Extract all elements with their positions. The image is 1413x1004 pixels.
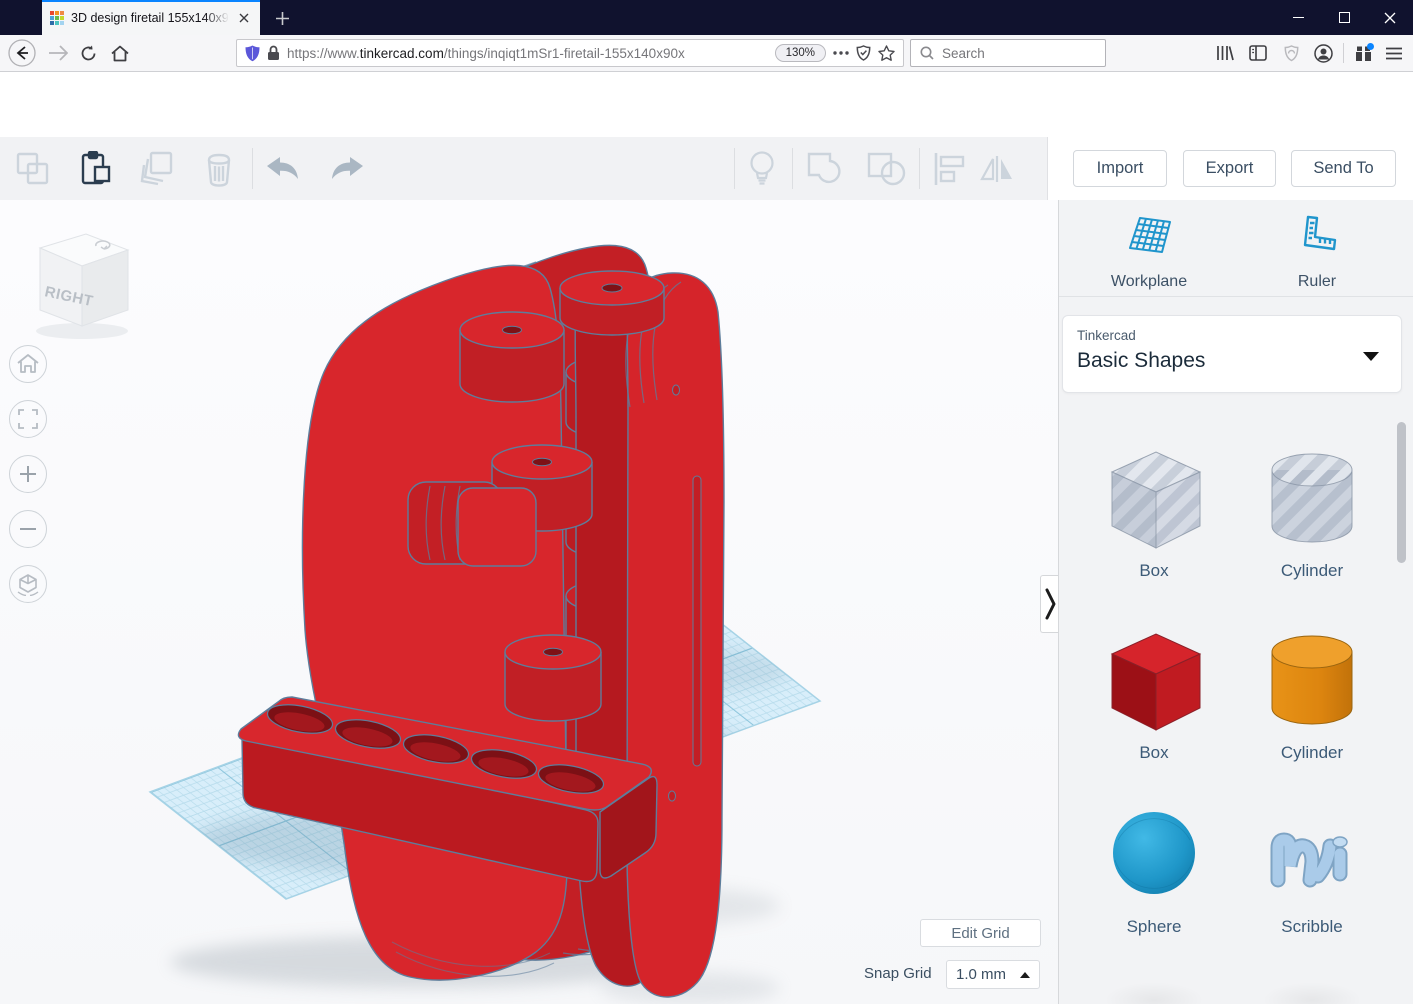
browser-window: 3D design firetail 155x140x90X1 bbox=[0, 0, 1413, 1004]
url-bar[interactable]: https://www.tinkercad.com/things/inqiqt1… bbox=[236, 39, 904, 67]
home-button[interactable] bbox=[106, 35, 134, 71]
search-placeholder: Search bbox=[942, 46, 985, 61]
notification-dot bbox=[1367, 43, 1374, 50]
3d-viewport[interactable]: RIGHT Edit Grid Snap Grid 1.0 mm bbox=[0, 200, 1058, 1004]
page-actions-icon[interactable] bbox=[833, 51, 849, 55]
protections-shield-icon[interactable] bbox=[1279, 35, 1303, 71]
align-button[interactable] bbox=[928, 147, 972, 191]
close-button[interactable] bbox=[1367, 0, 1413, 35]
lock-icon[interactable] bbox=[267, 45, 280, 61]
shield-check-icon[interactable] bbox=[856, 45, 871, 61]
view-cube[interactable]: RIGHT bbox=[24, 226, 136, 347]
bookmark-star-icon[interactable] bbox=[878, 45, 895, 61]
whats-new-gift-icon[interactable] bbox=[1350, 35, 1376, 71]
perspective-toggle-button[interactable] bbox=[9, 565, 47, 603]
mirror-button[interactable] bbox=[978, 147, 1022, 191]
snap-grid-label: Snap Grid bbox=[864, 965, 932, 982]
back-button[interactable] bbox=[6, 35, 38, 71]
titlebar: 3D design firetail 155x140x90X1 bbox=[0, 0, 1413, 35]
snap-grid-select[interactable]: 1.0 mm bbox=[946, 960, 1040, 989]
shape-category-dropdown[interactable]: Tinkercad Basic Shapes bbox=[1062, 315, 1402, 393]
fit-view-button[interactable] bbox=[9, 400, 47, 438]
maximize-button[interactable] bbox=[1321, 0, 1367, 35]
zoom-in-button[interactable] bbox=[9, 455, 47, 493]
paste-button[interactable] bbox=[73, 147, 117, 191]
top-cylinder bbox=[560, 271, 664, 335]
delete-button[interactable] bbox=[197, 147, 241, 191]
copy-button[interactable] bbox=[11, 147, 55, 191]
tinkercad-header: TIN KER CAD firetail skateboard What's N… bbox=[0, 72, 1413, 137]
panel-collapse-chevron[interactable] bbox=[1040, 575, 1058, 633]
reload-button[interactable] bbox=[74, 35, 102, 71]
account-icon[interactable] bbox=[1310, 35, 1336, 71]
search-bar[interactable]: Search bbox=[910, 39, 1106, 67]
3d-scene[interactable] bbox=[0, 200, 1058, 1004]
export-button[interactable]: Export bbox=[1183, 150, 1276, 187]
shape-box-solid[interactable]: Box bbox=[1079, 622, 1229, 763]
shape-cylinder-solid[interactable]: Cylinder bbox=[1237, 622, 1387, 763]
tab-title: 3D design firetail 155x140x90X1 bbox=[71, 11, 229, 25]
sidebar-icon[interactable] bbox=[1246, 35, 1270, 71]
library-icon[interactable] bbox=[1213, 35, 1237, 71]
category-kicker: Tinkercad bbox=[1077, 328, 1136, 343]
small-box bbox=[408, 482, 536, 566]
browser-tab[interactable]: 3D design firetail 155x140x90X1 bbox=[42, 0, 260, 35]
minimize-button[interactable] bbox=[1275, 0, 1321, 35]
tab-close-icon[interactable] bbox=[236, 10, 252, 26]
caret-up-icon bbox=[1020, 972, 1030, 978]
group-button[interactable] bbox=[805, 147, 849, 191]
workplane-tool[interactable]: Workplane bbox=[1089, 212, 1209, 291]
home-view-button[interactable] bbox=[9, 345, 47, 383]
workplane-icon bbox=[1124, 212, 1174, 260]
design-toolbar: Import Export Send To bbox=[0, 137, 1413, 200]
category-title: Basic Shapes bbox=[1077, 349, 1205, 373]
menu-hamburger-icon[interactable] bbox=[1381, 35, 1407, 71]
url-text: https://www.tinkercad.com/things/inqiqt1… bbox=[287, 46, 768, 61]
import-button[interactable]: Import bbox=[1073, 150, 1167, 187]
zoom-level-badge[interactable]: 130% bbox=[775, 44, 826, 62]
shape-cylinder-hole[interactable]: Cylinder bbox=[1237, 440, 1387, 581]
gallery-scrollbar[interactable] bbox=[1397, 422, 1406, 563]
shape-scribble[interactable]: Scribble bbox=[1237, 802, 1387, 937]
search-icon bbox=[920, 46, 934, 60]
ruler-tool[interactable]: Ruler bbox=[1257, 212, 1377, 291]
window-controls bbox=[1275, 0, 1413, 35]
send-to-button[interactable]: Send To bbox=[1291, 150, 1396, 187]
undo-button[interactable] bbox=[261, 147, 305, 191]
ruler-icon bbox=[1292, 212, 1342, 260]
edit-grid-button[interactable]: Edit Grid bbox=[920, 919, 1041, 947]
caret-down-icon bbox=[1363, 352, 1379, 361]
toolbar-separator bbox=[1343, 43, 1344, 63]
forward-button[interactable] bbox=[44, 35, 72, 71]
browser-navbar: https://www.tinkercad.com/things/inqiqt1… bbox=[0, 35, 1413, 72]
right-slab-slot bbox=[693, 476, 701, 766]
ungroup-button[interactable] bbox=[865, 147, 909, 191]
shape-box-hole[interactable]: Box bbox=[1079, 440, 1229, 581]
new-tab-button[interactable] bbox=[272, 8, 292, 28]
tracking-protection-shield-icon[interactable] bbox=[245, 45, 260, 62]
zoom-out-button[interactable] bbox=[9, 510, 47, 548]
shapes-panel: Workplane Ruler Tinkercad Basic Shapes bbox=[1058, 200, 1413, 1004]
shape-sphere[interactable]: Sphere bbox=[1079, 802, 1229, 937]
tinkercad-favicon bbox=[50, 11, 64, 25]
show-hide-bulb-button[interactable] bbox=[740, 147, 784, 191]
redo-button[interactable] bbox=[325, 147, 369, 191]
duplicate-button[interactable] bbox=[135, 147, 179, 191]
